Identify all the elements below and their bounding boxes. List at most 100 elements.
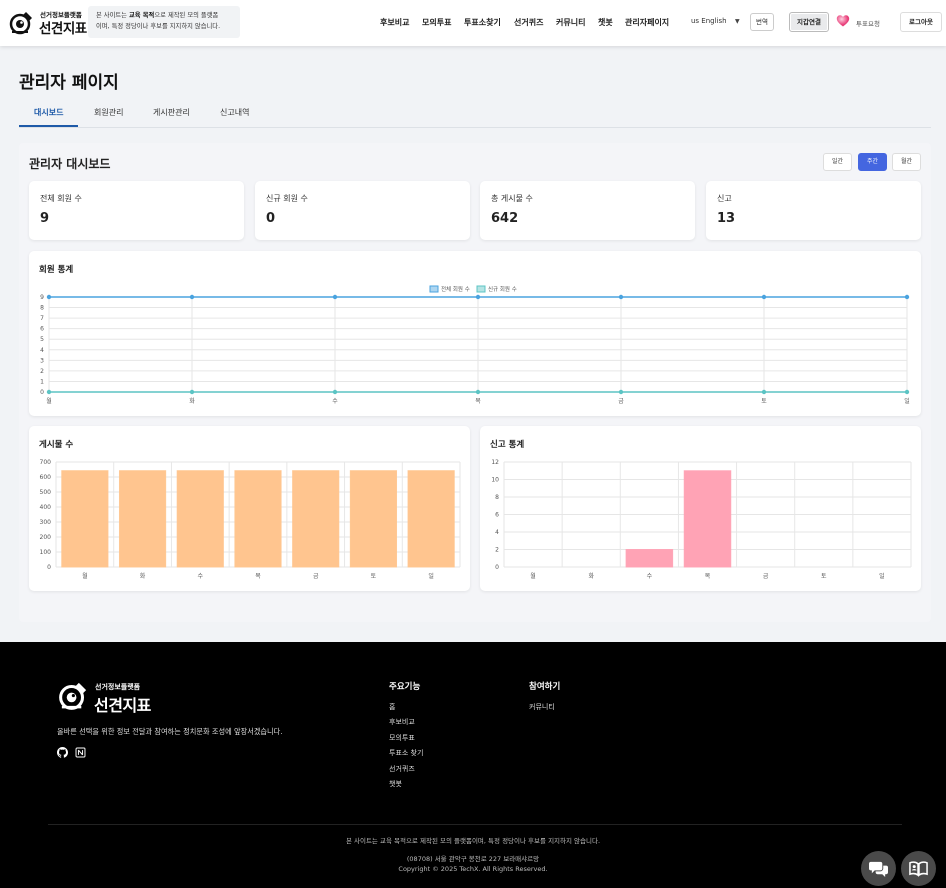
footer-link-community[interactable]: 커뮤니티 — [529, 702, 555, 712]
footer-logo[interactable]: 선거정보플랫폼 선견지표 — [57, 678, 157, 715]
footer-link-chatbot[interactable]: 챗봇 — [389, 779, 402, 789]
x-tick-label: 금 — [313, 573, 319, 580]
vote-request-link[interactable]: 투표요청 — [856, 18, 880, 28]
book-icon — [909, 861, 928, 877]
period-daily-button[interactable]: 일간 — [823, 153, 852, 171]
y-tick-label: 2 — [495, 547, 499, 554]
chat-fab-button[interactable] — [861, 851, 896, 886]
data-point — [618, 389, 624, 395]
tab-dashboard[interactable]: 대시보드 — [34, 107, 63, 118]
member-stats-card: 회원 통계 0 1 2 3 4 5 6 7 8 9 월 화 수 목 금 토 일 전체 회원 수 신규 회원 수 — [29, 251, 921, 416]
footer-link-home[interactable]: 홈 — [389, 702, 395, 712]
x-tick-label: 토 — [761, 398, 767, 405]
notice-text: 본 사이트는 — [96, 12, 129, 19]
data-point — [189, 389, 195, 395]
nav-candidate-compare[interactable]: 후보비교 — [380, 17, 409, 28]
y-tick-label: 4 — [495, 529, 499, 536]
y-tick-label: 1 — [40, 378, 44, 385]
bar — [407, 470, 455, 568]
stat-card-new-members: 신규 회원 수 0 — [255, 181, 470, 240]
data-point — [332, 294, 338, 300]
y-tick-label: 3 — [40, 357, 44, 364]
y-tick-label: 200 — [40, 534, 52, 541]
period-weekly-button[interactable]: 주간 — [858, 153, 887, 171]
data-point — [475, 294, 481, 300]
tab-member-management[interactable]: 회원관리 — [94, 107, 123, 118]
bar — [118, 470, 167, 568]
footer-copyright: Copyright © 2025 TechX. All Rights Reser… — [398, 865, 548, 873]
data-point — [46, 294, 52, 300]
notion-icon[interactable] — [75, 747, 86, 758]
bar — [176, 470, 224, 568]
footer-link-candidate-compare[interactable]: 후보비교 — [389, 717, 415, 727]
wallet-connect-button[interactable]: 지갑연결 — [789, 12, 829, 32]
footer-divider — [48, 824, 902, 825]
data-point — [618, 294, 624, 300]
top-header: 선거정보플랫폼 선견지표 본 사이트는 교육 목적으로 제작된 모의 플랫폼 이… — [0, 0, 946, 46]
x-tick-label: 목 — [705, 573, 711, 580]
legend-swatch — [476, 285, 486, 293]
tab-board-management[interactable]: 게시판관리 — [153, 107, 190, 118]
x-tick-label: 화 — [140, 573, 146, 580]
y-tick-label: 700 — [40, 459, 52, 466]
member-stats-chart: 0 1 2 3 4 5 6 7 8 9 월 화 수 목 금 토 일 전체 회원 수 신규 회원 수 — [40, 285, 910, 405]
stat-label: 총 게시물 수 — [491, 194, 533, 203]
chevron-down-icon[interactable]: ▼ — [735, 18, 740, 25]
nav-election-quiz[interactable]: 선거퀴즈 — [514, 17, 543, 28]
notice-text-line2: 이며, 특정 정당이나 후보를 지지하지 않습니다. — [96, 23, 221, 30]
legend-label: 신규 회원 수 — [488, 285, 517, 293]
footer-description: 올바른 선택을 위한 정보 전달과 참여하는 정치문화 조성에 앞장서겠습니다. — [57, 727, 283, 736]
stat-card-total-members: 전체 회원 수 9 — [29, 181, 244, 240]
logout-button[interactable]: 로그아웃 — [900, 12, 942, 32]
posts-card: 게시물 수 0 100 200 300 400 500 600 700 월 화 수 목 금 토 일 — [29, 426, 470, 591]
translate-button[interactable]: 번역 — [750, 13, 774, 31]
x-tick-label: 화 — [588, 573, 594, 580]
footer-link-quiz[interactable]: 선거퀴즈 — [389, 764, 415, 774]
stat-card-reports: 신고 13 — [706, 181, 921, 240]
stat-value: 9 — [40, 211, 50, 226]
footer-link-polling-place[interactable]: 투표소 찾기 — [389, 748, 423, 758]
notice-text: 으로 제작된 모의 플랫폼 — [154, 12, 219, 19]
y-tick-label: 5 — [40, 336, 44, 343]
x-tick-label: 수 — [198, 573, 204, 580]
footer-participate-title: 참여하기 — [529, 682, 561, 692]
x-tick-label: 수 — [332, 398, 338, 405]
heart-icon[interactable] — [836, 14, 850, 28]
nav-mock-vote[interactable]: 모의투표 — [422, 17, 451, 28]
nav-admin-page[interactable]: 관리자페이지 — [625, 17, 669, 28]
stat-label: 전체 회원 수 — [40, 194, 82, 203]
y-tick-label: 0 — [47, 564, 51, 571]
period-monthly-button[interactable]: 월간 — [892, 153, 921, 171]
data-point — [475, 389, 481, 395]
reports-card: 신고 통계 0 2 4 6 8 10 12 월 화 수 목 금 토 일 — [480, 426, 921, 591]
data-point — [189, 294, 195, 300]
footer-link-mock-vote[interactable]: 모의투표 — [389, 733, 415, 743]
dashboard-title: 관리자 대시보드 — [29, 157, 111, 171]
stat-label: 신규 회원 수 — [266, 194, 308, 203]
stat-card-total-posts: 총 게시물 수 642 — [480, 181, 695, 240]
y-tick-label: 4 — [40, 347, 44, 354]
stat-label: 신고 — [717, 194, 732, 203]
nav-community[interactable]: 커뮤니티 — [556, 17, 585, 28]
bar — [292, 470, 340, 568]
x-tick-label: 월 — [82, 572, 88, 580]
nav-polling-place[interactable]: 투표소찾기 — [464, 17, 501, 28]
y-tick-label: 400 — [40, 504, 52, 511]
y-tick-label: 100 — [40, 549, 52, 556]
guide-fab-button[interactable] — [901, 851, 936, 886]
legend-label: 전체 회원 수 — [441, 285, 470, 293]
y-tick-label: 8 — [40, 305, 44, 312]
y-tick-label: 7 — [40, 315, 44, 322]
nav-chatbot[interactable]: 챗봇 — [598, 17, 613, 28]
x-tick-label: 일 — [428, 572, 434, 580]
page-title: 관리자 페이지 — [19, 73, 119, 93]
x-tick-label: 목 — [475, 398, 481, 405]
tab-reports[interactable]: 신고내역 — [220, 107, 249, 118]
github-icon[interactable] — [57, 747, 68, 758]
admin-tabs: 대시보드 회원관리 게시판관리 신고내역 — [19, 102, 931, 128]
language-select[interactable]: us English — [691, 17, 727, 25]
site-logo[interactable]: 선거정보플랫폼 선견지표 — [8, 6, 87, 37]
y-tick-label: 9 — [40, 294, 44, 301]
data-point — [332, 389, 338, 395]
y-tick-label: 12 — [491, 459, 499, 466]
